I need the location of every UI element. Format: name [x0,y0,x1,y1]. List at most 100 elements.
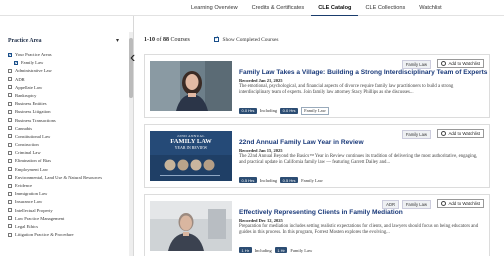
checkbox-icon[interactable] [8,77,12,82]
checkbox-icon[interactable] [14,59,18,67]
practice-area-option[interactable]: Administrative Law [8,67,126,75]
clock-icon [441,61,447,66]
catalog-main: 1-10 of 88 Courses Show Completed Course… [134,16,504,256]
checkbox-icon[interactable] [8,150,12,155]
course-card[interactable]: Family Law Add to Watchlist Family Law T… [144,54,490,118]
practice-area-label: Business Entities [15,101,47,107]
filter-sidebar: Practice Area ▾ Your Practice Areas Famil… [0,16,134,256]
checkbox-icon[interactable] [8,199,12,204]
practice-area-option[interactable]: Family Law [8,59,126,67]
practice-area-list: Your Practice Areas Family Law Administrat… [8,51,126,239]
practice-area-option[interactable]: ADR [8,76,126,84]
course-card[interactable]: 22ND ANNUAL FAMILY LAW YEAR IN REVIEW Fa… [144,124,490,188]
practice-area-label: Bankruptcy [15,92,37,98]
thumb-line-3: YEAR IN REVIEW [174,145,208,150]
course-thumbnail[interactable] [150,61,232,111]
checkbox-icon[interactable] [8,216,12,221]
chevron-down-icon[interactable]: ▾ [116,37,119,44]
checkbox-icon[interactable] [8,85,12,90]
clock-icon [441,201,447,206]
results-range: 1-10 [144,37,155,43]
add-to-watchlist-button[interactable]: Add to Watchlist [437,199,484,208]
course-title[interactable]: Family Law Takes a Village: Building a S… [239,69,487,76]
specialty-hours-badge: 0.5 Hrs [280,177,299,184]
practice-area-label: Appellate Law [15,84,43,90]
checkbox-icon[interactable] [8,224,12,229]
practice-area-option[interactable]: Constitutional Law [8,133,126,141]
credit-area: Family Law [290,247,313,253]
checkbox-icon[interactable] [8,109,12,114]
checkbox-icon[interactable] [8,208,12,213]
results-courses: Courses [170,37,190,43]
checkbox-icon[interactable] [8,175,12,180]
course-card[interactable]: ADR Family Law Add to Watchlist Effectiv… [144,194,490,256]
practice-area-option[interactable]: Insurance Law [8,198,126,206]
course-thumbnail[interactable] [150,201,232,251]
practice-area-option[interactable]: Evidence [8,182,126,190]
credit-area: Family Law [301,107,329,115]
scrollbar-thumb[interactable] [129,38,133,98]
practice-area-option[interactable]: Immigration Law [8,190,126,198]
tab-cle-collections[interactable]: CLE Collections [358,0,412,16]
tab-watchlist[interactable]: Watchlist [412,0,448,16]
checkbox-icon[interactable] [8,126,12,131]
show-completed-label: Show Completed Courses [222,37,279,43]
practice-area-option[interactable]: Cannabis [8,125,126,133]
practice-area-option[interactable]: Business Litigation [8,108,126,116]
show-completed-toggle[interactable]: Show Completed Courses [214,35,279,43]
practice-area-label: Elimination of Bias [15,158,51,164]
checkbox-icon[interactable] [8,101,12,106]
checkbox-icon[interactable] [8,68,12,73]
course-title[interactable]: 22nd Annual Family Law Year in Review [239,139,364,146]
practice-area-tag: Family Law [401,60,431,69]
recorded-value: Dec 12, 2025 [258,218,283,223]
course-title[interactable]: Effectively Representing Clients in Fami… [239,209,403,216]
checkbox-icon[interactable] [8,118,12,122]
practice-area-option[interactable]: Environmental, Land Use & Natural Resour… [8,174,126,182]
practice-area-label: Family Law [21,60,44,66]
checkbox-icon[interactable] [8,93,12,98]
practice-area-label: Immigration Law [15,191,48,197]
tab-credits-certificates[interactable]: Credits & Certificates [245,0,312,16]
practice-area-option[interactable]: Intellectual Property [8,207,126,215]
add-to-watchlist-button[interactable]: Add to Watchlist [437,59,484,68]
results-count: 1-10 of 88 Courses [144,37,190,43]
practice-area-label: Cannabis [15,125,33,131]
checkbox-icon[interactable] [8,51,12,59]
add-to-watchlist-button[interactable]: Add to Watchlist [437,129,484,138]
practice-area-option[interactable]: Business Transactions [8,117,126,125]
recorded-label: Recorded [239,218,258,223]
practice-area-option[interactable]: Law Practice Management [8,215,126,223]
practice-area-label: Criminal Law [15,150,41,156]
practice-area-option[interactable]: Employment Law [8,166,126,174]
tab-learning-overview[interactable]: Learning Overview [184,0,245,16]
hours-badge: 1 Hr [239,247,252,254]
checkbox-icon[interactable] [8,167,12,172]
tab-cle-catalog[interactable]: CLE Catalog [311,0,359,16]
results-total: 88 [163,37,169,43]
practice-area-option[interactable]: Criminal Law [8,149,126,157]
practice-area-option[interactable]: Construction [8,141,126,149]
practice-area-tag: Family Law [401,130,431,139]
practice-area-option[interactable]: Bankruptcy [8,92,126,100]
checkbox-icon[interactable] [8,158,12,163]
practice-area-option[interactable]: Your Practice Areas [8,51,126,59]
checkbox-icon[interactable] [8,142,12,147]
practice-area-label: Environmental, Land Use & Natural Resour… [15,174,103,180]
practice-area-option[interactable]: Litigation Practice & Procedure [8,231,126,239]
practice-area-option[interactable]: Business Entities [8,100,126,108]
practice-area-label: Employment Law [15,166,49,172]
practice-area-option[interactable]: Appellate Law [8,84,126,92]
checkbox-icon[interactable] [8,232,12,237]
course-thumbnail[interactable]: 22ND ANNUAL FAMILY LAW YEAR IN REVIEW [150,131,232,181]
top-navigation: Learning Overview Credits & Certificates… [0,0,504,16]
credit-area: Family Law [301,177,323,183]
checkbox-icon[interactable] [8,191,12,196]
checkbox-icon[interactable] [214,35,219,42]
specialty-hours-badge: 0.0 Hrs [280,107,299,114]
checkbox-icon[interactable] [8,183,12,188]
practice-area-option[interactable]: Elimination of Bias [8,157,126,165]
practice-area-heading[interactable]: Practice Area [8,38,42,44]
checkbox-icon[interactable] [8,134,12,139]
practice-area-option[interactable]: Legal Ethics [8,223,126,231]
